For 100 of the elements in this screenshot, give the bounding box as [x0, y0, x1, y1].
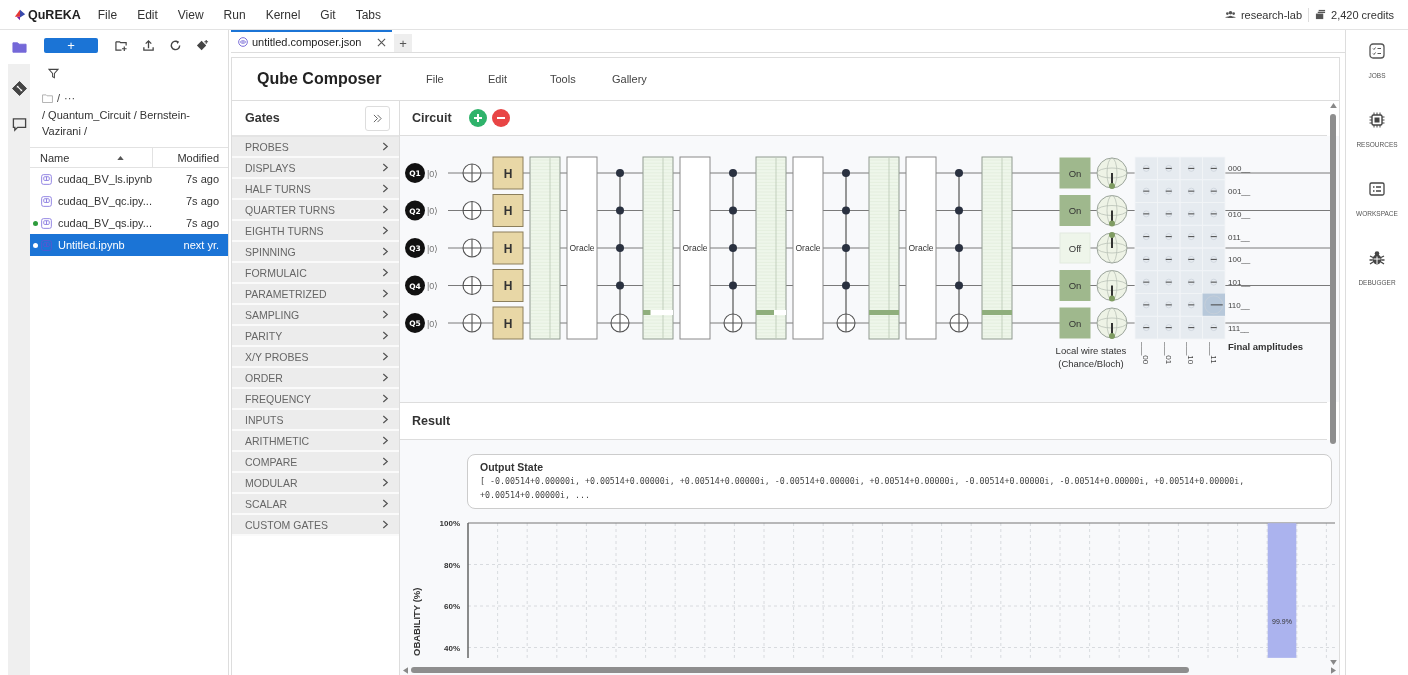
scroll-right-icon[interactable]: [1331, 666, 1336, 674]
new-tab-button[interactable]: +: [394, 34, 412, 52]
scroll-down-icon[interactable]: [1329, 660, 1337, 665]
menu-item[interactable]: Gallery: [612, 73, 674, 85]
output-state-value: [ -0.00514+0.00000i, +0.00514+0.00000i, +0.00514+0.00000i, -0.00514+0.00000i, +0.00514+0.00000i, -0.00514+0.00000i, -0.00514+0.00000i, +0.00514+0.00000i, +0.00514+0.00000i, ...: [480, 475, 1246, 502]
gate-category[interactable]: SAMPLING: [232, 305, 399, 326]
gate-category[interactable]: DISPLAYS: [232, 158, 399, 179]
menu-item[interactable]: Git: [320, 7, 336, 22]
gate-category[interactable]: ARITHMETIC: [232, 431, 399, 452]
gate-category[interactable]: X/Y PROBES: [232, 347, 399, 368]
chevron-icon: [382, 268, 389, 277]
amplitude-row-label: 111__: [1228, 323, 1250, 333]
diamond-icon[interactable]: [196, 39, 209, 52]
not-gate[interactable]: [462, 313, 482, 333]
menu-item[interactable]: Tools: [550, 73, 612, 85]
not-gate[interactable]: [462, 200, 482, 221]
not-gate[interactable]: [462, 163, 482, 183]
wire-state-toggle[interactable]: On: [1059, 195, 1091, 226]
chevron-icon: [382, 205, 389, 214]
horizontal-scrollbar[interactable]: [400, 665, 1339, 675]
credits-balance: 2,420 credits: [1331, 8, 1394, 21]
not-gate[interactable]: [462, 238, 482, 258]
column-header[interactable]: Modified: [177, 151, 219, 164]
vertical-scrollbar[interactable]: [1329, 101, 1337, 665]
gate-category[interactable]: QUARTER TURNS: [232, 200, 399, 221]
breadcrumb-more[interactable]: ···: [64, 92, 76, 104]
file-row[interactable]: cudaq_BV_qc.ipy... 7s ago: [30, 190, 228, 212]
hadamard-gate[interactable]: H: [492, 269, 524, 302]
tab-title: untitled.composer.json: [252, 36, 363, 48]
gate-category[interactable]: PARAMETRIZED: [232, 284, 399, 305]
gate-category[interactable]: SCALAR: [232, 494, 399, 515]
workspace-name[interactable]: research-lab: [1240, 8, 1302, 21]
file-row[interactable]: Untitled.ipynb next yr.: [30, 234, 228, 256]
initial-state: |0⟩: [427, 206, 438, 216]
gate-category[interactable]: PROBES: [232, 137, 399, 158]
controlled-not-gate[interactable]: [949, 169, 969, 333]
column-header[interactable]: Name: [40, 151, 70, 164]
file-row[interactable]: cudaq_BV_ls.ipynb 7s ago: [30, 168, 228, 190]
gate-category[interactable]: INPUTS: [232, 410, 399, 431]
controlled-not-gate[interactable]: [610, 169, 630, 333]
menu-item[interactable]: Tabs: [355, 7, 381, 22]
wire-state-toggle[interactable]: On: [1059, 157, 1091, 189]
gate-category[interactable]: MODULAR: [232, 473, 399, 494]
close-icon[interactable]: [377, 37, 386, 47]
scroll-left-icon[interactable]: [403, 666, 408, 674]
sort-caret-icon[interactable]: [117, 155, 125, 160]
folder-icon[interactable]: [11, 39, 27, 55]
refresh-icon[interactable]: [169, 39, 182, 52]
menu-item[interactable]: File: [426, 73, 488, 85]
wire-state-toggle[interactable]: On: [1059, 270, 1091, 301]
gate-category[interactable]: HALF TURNS: [232, 179, 399, 200]
hadamard-gate[interactable]: H: [492, 194, 524, 227]
file-row[interactable]: cudaq_BV_qs.ipy... 7s ago: [30, 212, 228, 234]
hadamard-gate[interactable]: H: [492, 306, 524, 340]
new-launcher-button[interactable]: +: [44, 38, 98, 53]
atom-icon: [238, 37, 248, 47]
gate-category[interactable]: CUSTOM GATES: [232, 515, 399, 536]
gate-category[interactable]: FORMULAIC: [232, 263, 399, 284]
menu-item[interactable]: File: [97, 7, 118, 22]
breadcrumb-root[interactable]: /: [57, 92, 61, 104]
hadamard-gate[interactable]: H: [492, 231, 524, 265]
wire-state-toggle[interactable]: On: [1059, 307, 1091, 339]
wire-state-toggle[interactable]: Off: [1059, 232, 1091, 264]
gate-category[interactable]: FREQUENCY: [232, 389, 399, 410]
folder-plus-icon[interactable]: [115, 39, 128, 52]
chevron-icon: [382, 436, 389, 445]
amplitude-row-label: 001__: [1228, 187, 1251, 197]
notebook-icon: [41, 173, 52, 185]
gate-category[interactable]: EIGHTH TURNS: [232, 221, 399, 242]
gate-category[interactable]: ORDER: [232, 368, 399, 389]
menu-item[interactable]: View: [177, 7, 204, 22]
section-title: Result: [412, 414, 451, 428]
chevron-icon: [382, 142, 389, 151]
menu-item[interactable]: Run: [223, 7, 246, 22]
filter-icon[interactable]: [48, 68, 59, 79]
menu-item[interactable]: Edit: [137, 7, 158, 22]
hadamard-gate[interactable]: H: [492, 156, 524, 190]
gate-category[interactable]: PARITY: [232, 326, 399, 347]
git-icon[interactable]: [11, 80, 27, 96]
gate-category[interactable]: SPINNING: [232, 242, 399, 263]
menu-item[interactable]: Kernel: [265, 7, 301, 22]
gate-category[interactable]: COMPARE: [232, 452, 399, 473]
amplitude-row-label: 110__: [1228, 300, 1250, 310]
upload-icon[interactable]: [142, 39, 155, 52]
amplitude-column-label: ___01: [1163, 342, 1173, 365]
chevron-icon: [382, 520, 389, 529]
remove-wire-button[interactable]: [491, 109, 510, 127]
chat-icon[interactable]: [11, 116, 27, 132]
bloch-sphere: [1096, 157, 1128, 189]
output-state-title: Output State: [480, 461, 544, 473]
breadcrumb-path[interactable]: / Quantum_Circuit / Bernstein-Vazirani /: [30, 104, 228, 139]
not-gate[interactable]: [462, 275, 482, 296]
controlled-not-gate[interactable]: [723, 169, 743, 333]
add-wire-button[interactable]: [468, 109, 487, 127]
file-name: Untitled.ipynb: [58, 239, 126, 251]
notebook-icon: [41, 195, 52, 207]
controlled-not-gate[interactable]: [836, 169, 856, 333]
menu-item[interactable]: Edit: [488, 73, 550, 85]
y-tick-label: 60%: [444, 602, 460, 611]
scroll-up-icon[interactable]: [1329, 103, 1337, 108]
